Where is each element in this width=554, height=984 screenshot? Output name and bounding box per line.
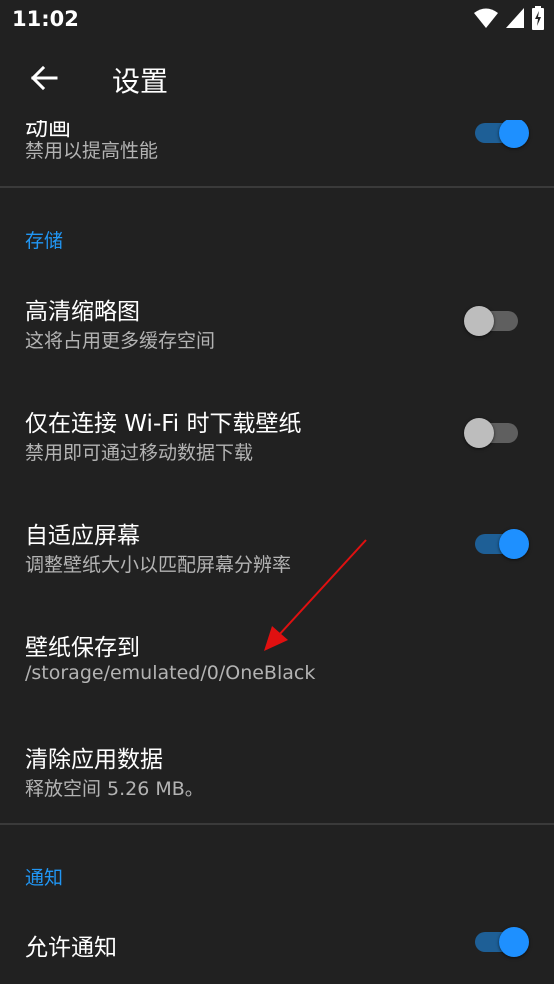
switch-thumb [499, 927, 529, 957]
section-divider [0, 186, 554, 188]
switch-thumb [499, 120, 529, 148]
pref-item-animation[interactable]: 动画 禁用以提高性能 [0, 120, 554, 186]
pref-item-wifi-only-download[interactable]: 仅在连接 Wi-Fi 时下载壁纸 禁用即可通过移动数据下载 [0, 380, 554, 490]
toggle-switch-adaptive-screen[interactable] [469, 524, 529, 564]
settings-screen: 11:02 设置 动画 禁用以提高性能 存储 高清缩略图 这将占用更多缓存空间 … [0, 0, 554, 984]
page-title: 设置 [112, 65, 169, 98]
arrow-left-icon [30, 64, 58, 96]
pref-summary: 释放空间 5.26 MB。 [25, 778, 204, 800]
status-time: 11:02 [12, 7, 79, 31]
section-header-storage: 存储 [25, 230, 64, 252]
signal-icon [506, 8, 524, 32]
wifi-icon [474, 7, 498, 33]
switch-thumb [499, 529, 529, 559]
back-button[interactable] [20, 56, 68, 104]
pref-title: 清除应用数据 [25, 747, 163, 773]
pref-summary: 这将占用更多缓存空间 [25, 330, 216, 352]
toggle-switch-hd-thumbnails[interactable] [464, 301, 524, 341]
app-bar: 设置 [0, 40, 554, 120]
pref-title: 自适应屏幕 [25, 523, 140, 549]
switch-thumb [464, 306, 494, 336]
switch-thumb [464, 418, 494, 448]
pref-summary: 禁用以提高性能 [25, 140, 159, 162]
toggle-switch-animation[interactable] [469, 120, 529, 153]
settings-list[interactable]: 动画 禁用以提高性能 存储 高清缩略图 这将占用更多缓存空间 仅在连接 Wi-F… [0, 120, 554, 984]
section-header-notification: 通知 [25, 867, 64, 889]
pref-item-hd-thumbnails[interactable]: 高清缩略图 这将占用更多缓存空间 [0, 268, 554, 378]
pref-title: 高清缩略图 [25, 299, 140, 325]
pref-item-save-location[interactable]: 壁纸保存到 /storage/emulated/0/OneBlack [0, 604, 554, 714]
pref-item-clear-app-data[interactable]: 清除应用数据 释放空间 5.26 MB。 [0, 716, 554, 826]
battery-charging-icon [532, 6, 544, 34]
pref-title: 壁纸保存到 [25, 635, 140, 661]
status-bar: 11:02 [0, 0, 554, 40]
pref-title: 仅在连接 Wi-Fi 时下载壁纸 [25, 411, 302, 437]
pref-summary: /storage/emulated/0/OneBlack [25, 662, 316, 684]
pref-summary: 调整壁纸大小以匹配屏幕分辨率 [25, 554, 292, 576]
pref-title: 允许通知 [25, 935, 117, 961]
section-divider [0, 823, 554, 825]
status-icons [474, 6, 544, 34]
pref-summary: 禁用即可通过移动数据下载 [25, 442, 254, 464]
toggle-switch-wifi-only-download[interactable] [464, 413, 524, 453]
pref-item-adaptive-screen[interactable]: 自适应屏幕 调整壁纸大小以匹配屏幕分辨率 [0, 492, 554, 602]
toggle-switch-allow-notifications[interactable] [469, 922, 529, 962]
pref-item-allow-notifications[interactable]: 允许通知 [0, 900, 554, 984]
